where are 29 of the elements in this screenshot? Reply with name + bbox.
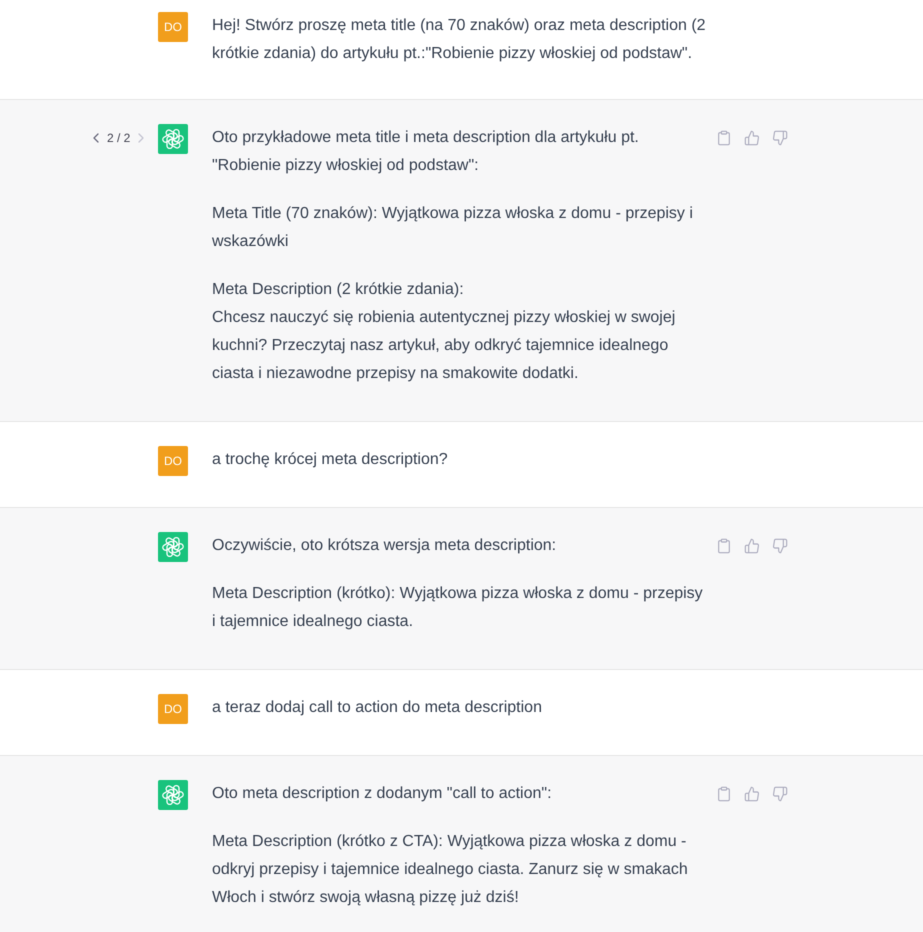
knot-logo-icon bbox=[158, 532, 188, 562]
thumbs-up-icon bbox=[744, 538, 760, 554]
clipboard-icon bbox=[716, 538, 732, 554]
message-text: a teraz dodaj call to action do meta description bbox=[212, 698, 543, 718]
thumbs-up-icon bbox=[744, 786, 760, 802]
message-text: Meta Description (2 krótkie zdania): Chcesz nauczyć się robienia autentycznej pizzy włoskiej w swojej kuchni? Przeczytaj nasz artykuł, aby odkryć tajemnice idealnego ciasta i niezawodne przepisy na smakowite dodatki. bbox=[212, 280, 676, 384]
message-text: Oto meta description z dodanym "call to action": bbox=[212, 784, 553, 804]
user-avatar: DO bbox=[158, 12, 188, 42]
message-text: Meta Description (krótko z CTA): Wyjątkowa pizza włoska z domu - odkryj przepisy i tajemnice idealnego ciasta. Zanurz się w smakach Włoch i stwórz swoją własną pizzę już dziś! bbox=[212, 832, 689, 908]
message-text: Oto przykładowe meta title i meta description dla artykułu pt. "Robienie pizzy włoskiej od podstaw": bbox=[212, 128, 640, 176]
knot-logo-icon bbox=[158, 124, 188, 154]
message-text: Meta Description (krótko): Wyjątkowa pizza włoska z domu - przepisy i tajemnice idealnego ciasta. bbox=[212, 584, 704, 632]
page-counter: 2 / 2 bbox=[107, 130, 130, 146]
thumbs-down-icon bbox=[772, 130, 788, 146]
user-avatar: DO bbox=[158, 446, 188, 476]
chevron-left-icon bbox=[93, 133, 99, 143]
chevron-right-icon bbox=[138, 133, 144, 143]
thumbs-up-icon bbox=[744, 130, 760, 146]
clipboard-icon bbox=[716, 130, 732, 146]
message-text: Hej! Stwórz proszę meta title (na 70 znaków) oraz meta description (2 krótkie zdania) do artykułu pt.:"Robienie pizzy włoskiej od podstaw". bbox=[212, 16, 707, 64]
message-text: Oczywiście, oto krótsza wersja meta description: bbox=[212, 536, 558, 556]
message-text: Meta Title (70 znaków): Wyjątkowa pizza włoska z domu - przepisy i wskazówki bbox=[212, 204, 694, 252]
clipboard-icon bbox=[716, 786, 732, 802]
previous-button[interactable] bbox=[93, 133, 99, 143]
thumbs-down-icon bbox=[772, 786, 788, 802]
thumbs-down-icon bbox=[772, 538, 788, 554]
user-avatar: DO bbox=[158, 694, 188, 724]
message-text: a trochę krócej meta description? bbox=[212, 450, 449, 470]
knot-logo-icon bbox=[158, 780, 188, 810]
